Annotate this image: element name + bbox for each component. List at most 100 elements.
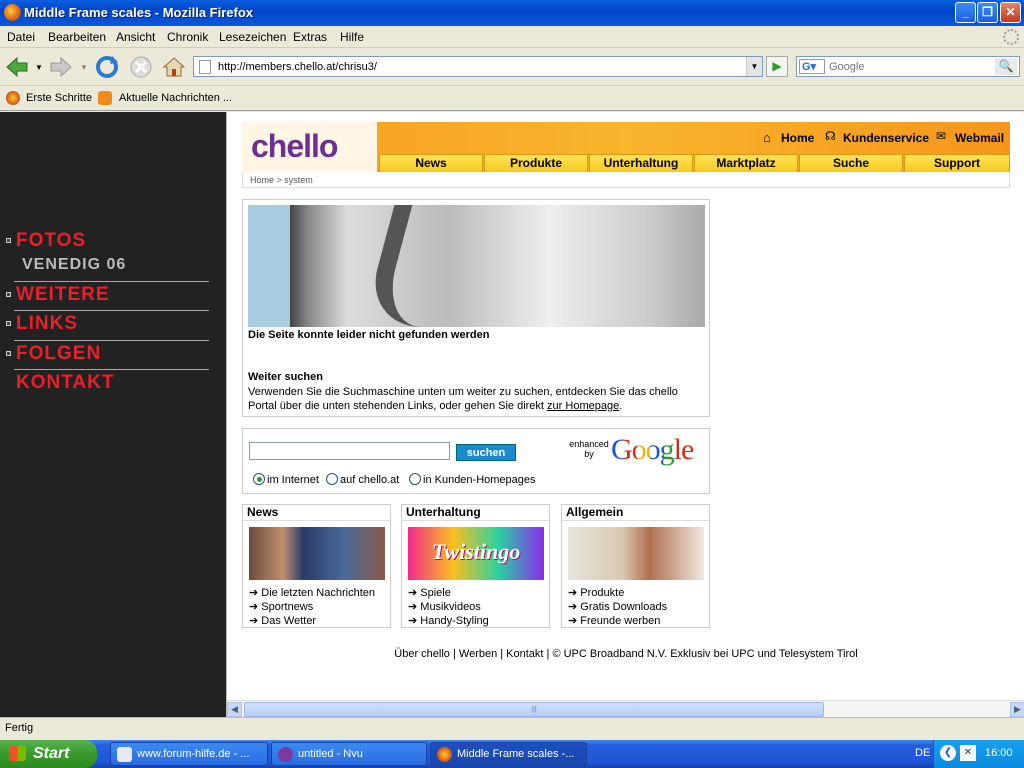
close-button[interactable]: ✕ — [1000, 2, 1021, 23]
task-firefox[interactable]: Middle Frame scales -... — [430, 742, 587, 766]
search-icon[interactable]: 🔍 — [995, 58, 1017, 75]
minimize-button[interactable]: _ — [955, 2, 976, 23]
bullet-icon — [6, 321, 11, 326]
link-webmail[interactable]: Webmail — [955, 131, 1004, 145]
tab-support[interactable]: Support — [904, 154, 1010, 172]
error-title: Die Seite konnte leider nicht gefunden w… — [248, 329, 490, 341]
list-item[interactable]: ➔ Das Wetter — [249, 614, 316, 627]
firefox-window: Middle Frame scales - Mozilla Firefox _ … — [0, 0, 1024, 740]
main-frame: chello ⌂ Home ☊ Kundenservice ✉ Webmail … — [226, 112, 1024, 717]
box-title[interactable]: News — [243, 505, 390, 521]
footer[interactable]: Über chello | Werben | Kontakt | © UPC B… — [242, 648, 1010, 660]
bookmark-erste-schritte[interactable]: Erste Schritte — [26, 92, 92, 104]
nav-weitere[interactable]: WEITERE — [16, 284, 110, 306]
go-button[interactable]: ▶ — [766, 56, 788, 77]
menu-lesezeichen[interactable]: Lesezeichen — [219, 30, 286, 44]
chello-search-input[interactable] — [249, 442, 450, 460]
search-bar: G▾ 🔍 — [796, 56, 1020, 77]
list-item[interactable]: ➔ Handy-Styling — [408, 614, 489, 627]
nav-fotos[interactable]: FOTOS — [16, 230, 86, 252]
breadcrumb[interactable]: Home > system — [242, 173, 1010, 188]
woman-image[interactable] — [568, 527, 704, 580]
list-item[interactable]: ➔ Sportnews — [249, 600, 313, 613]
tray-arrow-icon[interactable]: ❮ — [940, 745, 956, 761]
stop-icon[interactable] — [128, 54, 154, 80]
firefox-icon — [437, 747, 452, 762]
task-forum-hilfe[interactable]: www.forum-hilfe.de - ... — [110, 742, 268, 766]
start-button[interactable]: Start — [0, 740, 97, 768]
title-bar: Middle Frame scales - Mozilla Firefox _ … — [0, 0, 1024, 26]
radio-chello[interactable]: auf chello.at — [326, 473, 399, 486]
back-arrow-icon[interactable] — [4, 54, 30, 80]
maximize-button[interactable]: ❐ — [977, 2, 998, 23]
link-kundenservice[interactable]: Kundenservice — [843, 131, 929, 145]
radio-kunden[interactable]: in Kunden-Homepages — [409, 473, 536, 486]
back-dropdown-icon[interactable]: ▼ — [35, 63, 43, 72]
link-home[interactable]: Home — [781, 131, 814, 145]
tab-unterhaltung[interactable]: Unterhaltung — [589, 154, 693, 172]
cable-banner-image — [248, 205, 705, 327]
nav-kontakt[interactable]: KONTAKT — [16, 372, 114, 394]
list-item[interactable]: ➔ Freunde werben — [568, 614, 660, 627]
chello-logo[interactable]: chello — [242, 122, 377, 172]
window-title: Middle Frame scales - Mozilla Firefox — [24, 5, 254, 20]
news-image[interactable] — [249, 527, 385, 580]
homepage-link[interactable]: zur Homepage — [547, 400, 619, 412]
reload-icon[interactable] — [94, 54, 120, 80]
list-item[interactable]: ➔ Gratis Downloads — [568, 600, 667, 613]
twistingo-image[interactable]: Twistingo — [408, 527, 544, 580]
unterhaltung-box: Unterhaltung Twistingo ➔ Spiele ➔ Musikv… — [401, 504, 550, 628]
list-item[interactable]: ➔ Musikvideos — [408, 600, 481, 613]
nav-links[interactable]: LINKS — [16, 313, 78, 335]
list-item[interactable]: ➔ Spiele — [408, 586, 451, 599]
menu-extras[interactable]: Extras — [293, 30, 327, 44]
home-icon[interactable] — [161, 54, 187, 80]
bullet-icon — [6, 238, 11, 243]
system-tray: DE ❮ ✕ 16:00 — [915, 740, 1024, 768]
nav-venedig[interactable]: VENEDIG 06 — [22, 256, 126, 274]
menu-hilfe[interactable]: Hilfe — [340, 30, 364, 44]
tab-marktplatz[interactable]: Marktplatz — [694, 154, 798, 172]
language-indicator[interactable]: DE — [915, 747, 930, 759]
radio-internet[interactable]: im Internet — [253, 473, 319, 486]
menu-bar: Datei Bearbeiten Ansicht Chronik Lesezei… — [0, 26, 1024, 48]
suchen-button[interactable]: suchen — [456, 444, 516, 461]
bookmark-aktuelle-nachrichten[interactable]: Aktuelle Nachrichten ... — [119, 92, 232, 104]
menu-datei[interactable]: Datei — [7, 30, 35, 44]
menu-chronik[interactable]: Chronik — [167, 30, 208, 44]
menu-ansicht[interactable]: Ansicht — [116, 30, 155, 44]
bullet-icon — [6, 292, 11, 297]
chello-header: chello ⌂ Home ☊ Kundenservice ✉ Webmail … — [242, 122, 1010, 172]
scroll-thumb[interactable]: ||| — [244, 702, 824, 717]
box-title[interactable]: Unterhaltung — [402, 505, 549, 521]
throbber-icon — [1003, 29, 1019, 45]
box-title[interactable]: Allgemein — [562, 505, 709, 521]
divider — [14, 310, 209, 311]
forward-dropdown-icon[interactable]: ▼ — [80, 63, 88, 72]
url-dropdown-icon[interactable]: ▼ — [746, 57, 762, 76]
tab-news[interactable]: News — [379, 154, 483, 172]
task-nvu[interactable]: untitled - Nvu — [271, 742, 427, 766]
forward-arrow-icon[interactable] — [48, 54, 74, 80]
search-input[interactable] — [829, 59, 989, 74]
list-item[interactable]: ➔ Die letzten Nachrichten — [249, 586, 375, 599]
tab-suche[interactable]: Suche — [799, 154, 903, 172]
network-icon[interactable]: ✕ — [960, 745, 976, 761]
horizontal-scrollbar[interactable]: ◀ ||| ▶ — [227, 700, 1024, 717]
url-bar[interactable]: http://members.chello.at/chrisu3/ ▼ — [193, 56, 763, 77]
chello-tabs: News Produkte Unterhaltung Marktplatz Su… — [379, 154, 1010, 172]
list-item[interactable]: ➔ Produkte — [568, 586, 624, 599]
continue-text: Verwenden Sie die Suchmaschine unten um … — [248, 386, 678, 412]
google-engine-icon[interactable]: G▾ — [799, 59, 825, 74]
news-box: News ➔ Die letzten Nachrichten ➔ Sportne… — [242, 504, 391, 628]
tab-produkte[interactable]: Produkte — [484, 154, 588, 172]
continue-title: Weiter suchen — [248, 371, 323, 383]
nav-folgen[interactable]: FOLGEN — [16, 343, 101, 365]
menu-bearbeiten[interactable]: Bearbeiten — [48, 30, 106, 44]
page-icon — [199, 60, 211, 74]
scroll-left-icon[interactable]: ◀ — [227, 702, 242, 717]
clock[interactable]: 16:00 — [985, 747, 1013, 759]
bookmarks-toolbar: Erste Schritte Aktuelle Nachrichten ... — [0, 87, 1024, 111]
taskbar: Start www.forum-hilfe.de - ... untitled … — [0, 740, 1024, 768]
scroll-right-icon[interactable]: ▶ — [1010, 702, 1024, 717]
